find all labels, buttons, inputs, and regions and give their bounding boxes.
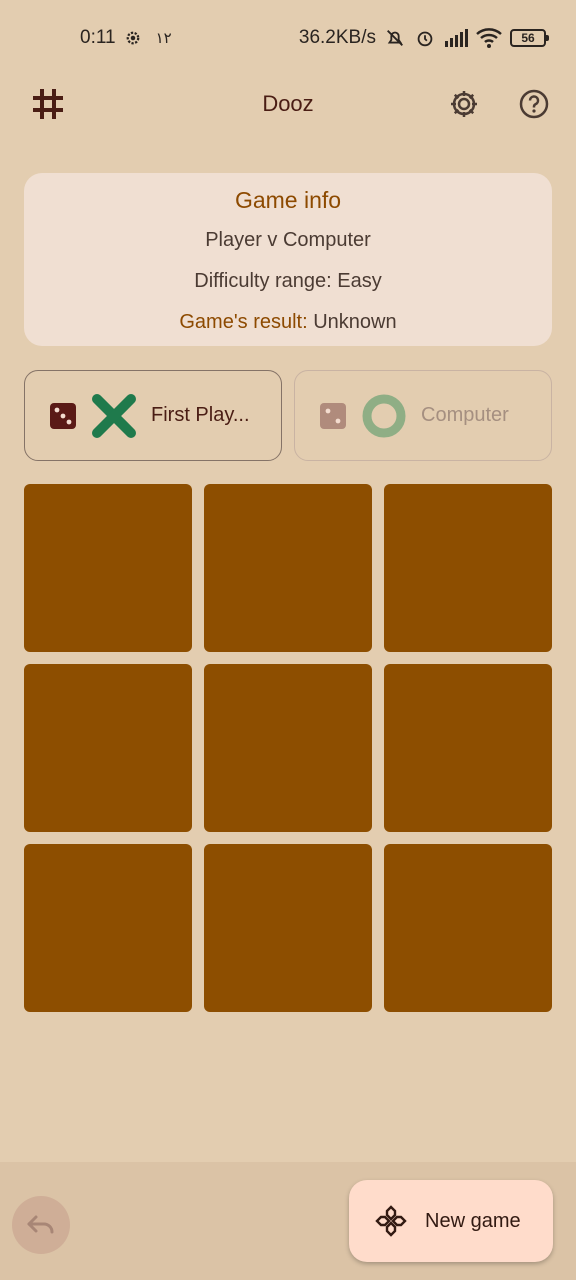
muted-bell-icon [384, 27, 406, 49]
o-mark-icon [362, 394, 406, 437]
signal-icon [444, 29, 468, 47]
app-bar-actions [444, 84, 554, 124]
player-two-name: Computer [421, 404, 509, 426]
game-board [24, 484, 552, 1012]
dice-icon [50, 402, 76, 429]
grid-hash-icon[interactable] [28, 84, 68, 124]
players-row: First Play... Computer [24, 370, 552, 461]
game-info-title: Game info [234, 187, 342, 213]
board-cell-9[interactable] [384, 844, 552, 1012]
help-icon [519, 89, 549, 119]
game-result-value: Unknown [313, 311, 397, 333]
game-result: Game's result: Unknown [179, 311, 396, 334]
bottom-app-bar: New game [0, 1162, 576, 1280]
status-left: 0:11 ۱۲ [80, 27, 172, 49]
player-one-chip[interactable]: First Play... [24, 370, 282, 461]
app-bar: Dooz [0, 76, 576, 132]
status-bar: 0:11 ۱۲ 36.2KB/s 56 [0, 0, 576, 76]
gamepad-icon [375, 1205, 407, 1237]
game-mode: Player v Computer [205, 229, 371, 251]
gear-icon [451, 91, 477, 117]
undo-button[interactable] [12, 1196, 70, 1254]
battery-indicator: 56 [510, 29, 549, 47]
difficulty-range: Difficulty range: Easy [194, 270, 382, 292]
settings-gear-status-icon [124, 29, 142, 47]
status-extra: ۱۲ [155, 30, 172, 47]
status-time: 0:11 [80, 27, 116, 48]
settings-button[interactable] [444, 84, 484, 124]
board-cell-8[interactable] [204, 844, 372, 1012]
board-cell-5[interactable] [204, 664, 372, 832]
player-two-chip[interactable]: Computer [294, 370, 552, 461]
game-info-card: Game info Player v Computer Difficulty r… [24, 173, 552, 346]
board-cell-2[interactable] [204, 484, 372, 652]
dice-icon [320, 402, 346, 429]
board-cell-4[interactable] [24, 664, 192, 832]
game-result-label: Game's result: [179, 311, 308, 333]
new-game-button[interactable]: New game [349, 1180, 553, 1262]
status-right: 36.2KB/s 56 [298, 27, 549, 49]
board-cell-3[interactable] [384, 484, 552, 652]
x-mark-icon [92, 393, 136, 438]
undo-icon [27, 1215, 54, 1234]
alarm-icon [414, 27, 436, 49]
board-cell-1[interactable] [24, 484, 192, 652]
help-button[interactable] [514, 84, 554, 124]
status-net-speed: 36.2KB/s [298, 27, 376, 48]
wifi-icon [476, 28, 502, 48]
player-one-name: First Play... [151, 404, 250, 426]
board-cell-7[interactable] [24, 844, 192, 1012]
new-game-label: New game [425, 1209, 521, 1232]
board-cell-6[interactable] [384, 664, 552, 832]
